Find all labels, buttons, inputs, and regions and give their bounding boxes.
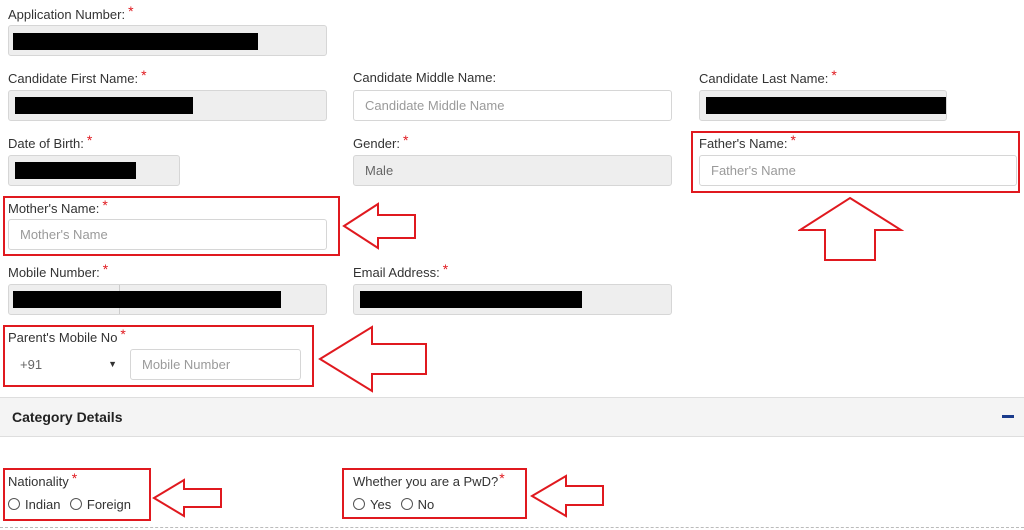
dob-label: Date of Birth: *: [8, 132, 93, 151]
category-details-header[interactable]: Category Details: [0, 397, 1024, 437]
left-arrow-annotation: [530, 474, 604, 518]
required-marker: *: [442, 261, 449, 277]
middle-name-label: Candidate Middle Name:: [353, 70, 497, 85]
parent-mobile-input[interactable]: [142, 351, 293, 378]
email-field: [353, 284, 672, 315]
father-name-input[interactable]: [711, 157, 1001, 184]
gender-field: Male: [353, 155, 672, 186]
mother-name-label: Mother's Name: *: [8, 197, 108, 216]
mobile-number-field: [8, 284, 327, 315]
nationality-label: Nationality *: [8, 470, 78, 489]
country-code-select[interactable]: +91 ▼: [8, 349, 126, 380]
radio-label-no: No: [417, 497, 435, 512]
radio-label-yes: Yes: [370, 497, 392, 512]
first-name-field: [8, 90, 327, 121]
required-marker: *: [831, 67, 837, 83]
mother-name-input[interactable]: [20, 221, 311, 248]
section-title: Category Details: [12, 409, 123, 425]
first-name-label: Candidate First Name: *: [8, 67, 147, 86]
left-arrow-annotation: [152, 478, 222, 518]
parent-mobile-field[interactable]: [130, 349, 301, 380]
radio-label-foreign: Foreign: [86, 497, 131, 512]
section-divider: [0, 527, 1024, 528]
required-marker: *: [128, 3, 134, 19]
required-marker: *: [86, 132, 93, 148]
pwd-options: Yes No: [353, 496, 439, 514]
application-number-label: Application Number: *: [8, 3, 134, 22]
required-marker: *: [141, 67, 147, 83]
radio-yes[interactable]: [353, 498, 365, 510]
parent-mobile-label: Parent's Mobile No *: [8, 326, 126, 345]
mother-name-field[interactable]: [8, 219, 327, 250]
up-arrow-annotation: [798, 196, 904, 261]
father-name-field[interactable]: [699, 155, 1017, 186]
collapse-minus-icon[interactable]: [1002, 415, 1014, 418]
radio-foreign[interactable]: [69, 498, 82, 510]
father-name-label: Father's Name: *: [699, 132, 796, 151]
pwd-label: Whether you are a PwD?*: [353, 470, 505, 489]
left-arrow-annotation: [318, 325, 427, 393]
radio-indian[interactable]: [8, 498, 20, 510]
redacted-value: [13, 33, 258, 50]
redacted-value: [15, 97, 193, 114]
redacted-value: [706, 97, 946, 114]
last-name-label: Candidate Last Name: *: [699, 67, 837, 86]
middle-name-input[interactable]: [365, 92, 656, 119]
redacted-value: [360, 291, 582, 308]
required-marker: *: [499, 470, 505, 486]
dob-field[interactable]: [8, 155, 180, 186]
nationality-options: Indian Foreign: [8, 496, 136, 514]
email-label: Email Address: *: [353, 261, 449, 280]
required-marker: *: [102, 197, 108, 213]
dropdown-caret-icon: ▼: [108, 359, 117, 369]
required-marker: *: [402, 132, 409, 148]
middle-name-field[interactable]: [353, 90, 672, 121]
gender-label: Gender: *: [353, 132, 409, 151]
application-number-field: [8, 25, 327, 56]
left-arrow-annotation: [342, 202, 416, 250]
required-marker: *: [71, 470, 78, 486]
required-marker: *: [120, 326, 126, 342]
radio-no[interactable]: [400, 498, 413, 510]
gender-value: Male: [365, 163, 394, 178]
radio-label-indian: Indian: [25, 497, 61, 512]
mobile-number-label: Mobile Number: *: [8, 261, 109, 280]
country-code-value: +91: [20, 357, 43, 372]
redacted-value: [13, 291, 281, 308]
last-name-field: [699, 90, 947, 121]
required-marker: *: [790, 132, 796, 148]
redacted-value: [15, 162, 136, 179]
required-marker: *: [102, 261, 109, 277]
